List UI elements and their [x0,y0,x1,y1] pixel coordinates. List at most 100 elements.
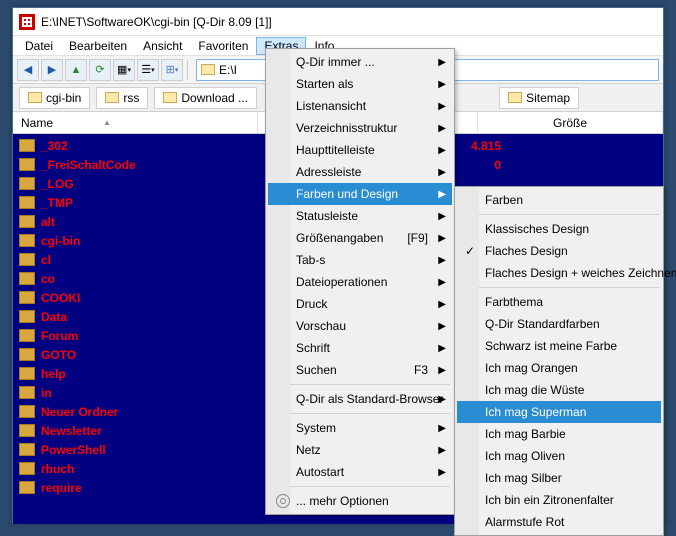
menu-item-label: Ich mag Oliven [485,449,565,463]
menu-item-label: Starten als [296,77,353,91]
menu-item-ich-mag-silber[interactable]: Ich mag Silber [457,467,661,489]
menu-item-suchen[interactable]: SuchenF3▶ [268,359,452,381]
menu-item-label: Ich mag Superman [485,405,586,419]
menu-item-system[interactable]: System▶ [268,417,452,439]
tab-download-[interactable]: Download ... [154,87,257,109]
menu-item-label: Q-Dir immer ... [296,55,375,69]
menu-item-label: Farben [485,193,523,207]
file-name: Forum [41,329,251,343]
folder-icon [201,64,215,75]
column-name[interactable]: Name ▲ [13,112,258,133]
menu-separator [270,384,450,385]
colors-submenu: FarbenKlassisches Design✓Flaches DesignF… [454,186,664,536]
menu-item-verzeichnisstruktur[interactable]: Verzeichnisstruktur▶ [268,117,452,139]
file-name: rbuch [41,462,251,476]
menu-item-starten-als[interactable]: Starten als▶ [268,73,452,95]
chevron-right-icon: ▶ [438,255,446,266]
menu-item-schwarz-ist-meine-farbe[interactable]: Schwarz ist meine Farbe [457,335,661,357]
file-name: co [41,272,251,286]
tab-cgi-bin[interactable]: cgi-bin [19,87,90,109]
menu-item-label: Druck [296,297,327,311]
nav-forward-button[interactable]: ▶ [41,59,63,81]
menu-item-label: Haupttitelleiste [296,143,375,157]
folder-icon [19,158,35,171]
folder-icon [19,462,35,475]
menu-item-ich-mag-barbie[interactable]: Ich mag Barbie [457,423,661,445]
file-name: GOTO [41,348,251,362]
menu-item-haupttitelleiste[interactable]: Haupttitelleiste▶ [268,139,452,161]
menu-item-dateioperationen[interactable]: Dateioperationen▶ [268,271,452,293]
menu-item-label: Statusleiste [296,209,358,223]
menu-item-label: Ich bin ein Zitronenfalter [485,493,614,507]
chevron-right-icon: ▶ [438,101,446,112]
layout-button[interactable]: ⊞▾ [161,59,183,81]
chevron-right-icon: ▶ [438,123,446,134]
menu-item-label: Q-Dir als Standard-Browser [296,392,443,406]
column-size[interactable]: Größe [478,112,663,133]
file-name: _TMP [41,196,251,210]
nav-back-button[interactable]: ◀ [17,59,39,81]
menu-item-schrift[interactable]: Schrift▶ [268,337,452,359]
menu-item--mehr-optionen[interactable]: ... mehr Optionen [268,490,452,512]
menu-item-ich-mag-superman[interactable]: Ich mag Superman [457,401,661,423]
view-grid-button[interactable]: ▦▾ [113,59,135,81]
file-name: _302 [41,139,251,153]
menubar-item-datei[interactable]: Datei [17,37,61,55]
menu-item-flaches-design-weiches-zeichnen[interactable]: Flaches Design + weiches Zeichnen [457,262,661,284]
chevron-right-icon: ▶ [438,211,446,222]
file-name: Newsletter [41,424,251,438]
menu-item-label: Autostart [296,465,344,479]
folder-icon [19,405,35,418]
menu-item-label: Dateioperationen [296,275,387,289]
menu-shortcut: F3 [414,363,428,377]
folder-icon [19,424,35,437]
file-name: cgi-bin [41,234,251,248]
menu-item-label: Adressleiste [296,165,361,179]
menu-item-autostart[interactable]: Autostart▶ [268,461,452,483]
tab-sitemap[interactable]: Sitemap [499,87,579,109]
tab-rss[interactable]: rss [96,87,148,109]
menubar-item-bearbeiten[interactable]: Bearbeiten [61,37,135,55]
nav-up-button[interactable]: ▲ [65,59,87,81]
menubar-item-favoriten[interactable]: Favoriten [190,37,256,55]
menu-item-vorschau[interactable]: Vorschau▶ [268,315,452,337]
menu-separator [459,214,659,215]
file-name: require [41,481,251,495]
menubar-item-ansicht[interactable]: Ansicht [135,37,190,55]
menu-item-q-dir-als-standard-browser[interactable]: Q-Dir als Standard-Browser▶ [268,388,452,410]
menu-item-ich-bin-ein-zitronenfalter[interactable]: Ich bin ein Zitronenfalter [457,489,661,511]
folder-icon [19,215,35,228]
menu-item-ich-mag-oliven[interactable]: Ich mag Oliven [457,445,661,467]
refresh-button[interactable]: ⟳ [89,59,111,81]
titlebar: E:\INET\SoftwareOK\cgi-bin [Q-Dir 8.09 [… [13,8,663,36]
menu-item-ich-mag-orangen[interactable]: Ich mag Orangen [457,357,661,379]
menu-item-druck[interactable]: Druck▶ [268,293,452,315]
folder-icon [508,92,522,103]
sort-arrow-icon: ▲ [103,118,111,127]
menu-item-adressleiste[interactable]: Adressleiste▶ [268,161,452,183]
menu-item-netz[interactable]: Netz▶ [268,439,452,461]
folder-icon [19,481,35,494]
menu-item-flaches-design[interactable]: ✓Flaches Design [457,240,661,262]
view-list-button[interactable]: ☰▾ [137,59,159,81]
menu-item-label: Ich mag die Wüste [485,383,584,397]
folder-icon [19,348,35,361]
menu-item-ich-mag-die-w-ste[interactable]: Ich mag die Wüste [457,379,661,401]
menu-item-farben-und-design[interactable]: Farben und Design▶ [268,183,452,205]
folder-icon [19,329,35,342]
file-name: _FreiSchaltCode [41,158,251,172]
menu-item-gr-enangaben[interactable]: Größenangaben[F9]▶ [268,227,452,249]
menu-item-q-dir-standardfarben[interactable]: Q-Dir Standardfarben [457,313,661,335]
file-name: Neuer Ordner [41,405,251,419]
menu-item-listenansicht[interactable]: Listenansicht▶ [268,95,452,117]
menu-item-klassisches-design[interactable]: Klassisches Design [457,218,661,240]
file-name: cl [41,253,251,267]
menu-item-statusleiste[interactable]: Statusleiste ▶ [268,205,452,227]
chevron-right-icon: ▶ [438,365,446,376]
folder-icon [19,291,35,304]
menu-item-farben[interactable]: Farben [457,189,661,211]
menu-item-tab-s[interactable]: Tab-s ▶ [268,249,452,271]
menu-item-label: Tab-s [296,253,325,267]
menu-item-farbthema[interactable]: Farbthema [457,291,661,313]
menu-item-q-dir-immer-[interactable]: Q-Dir immer ...▶ [268,51,452,73]
